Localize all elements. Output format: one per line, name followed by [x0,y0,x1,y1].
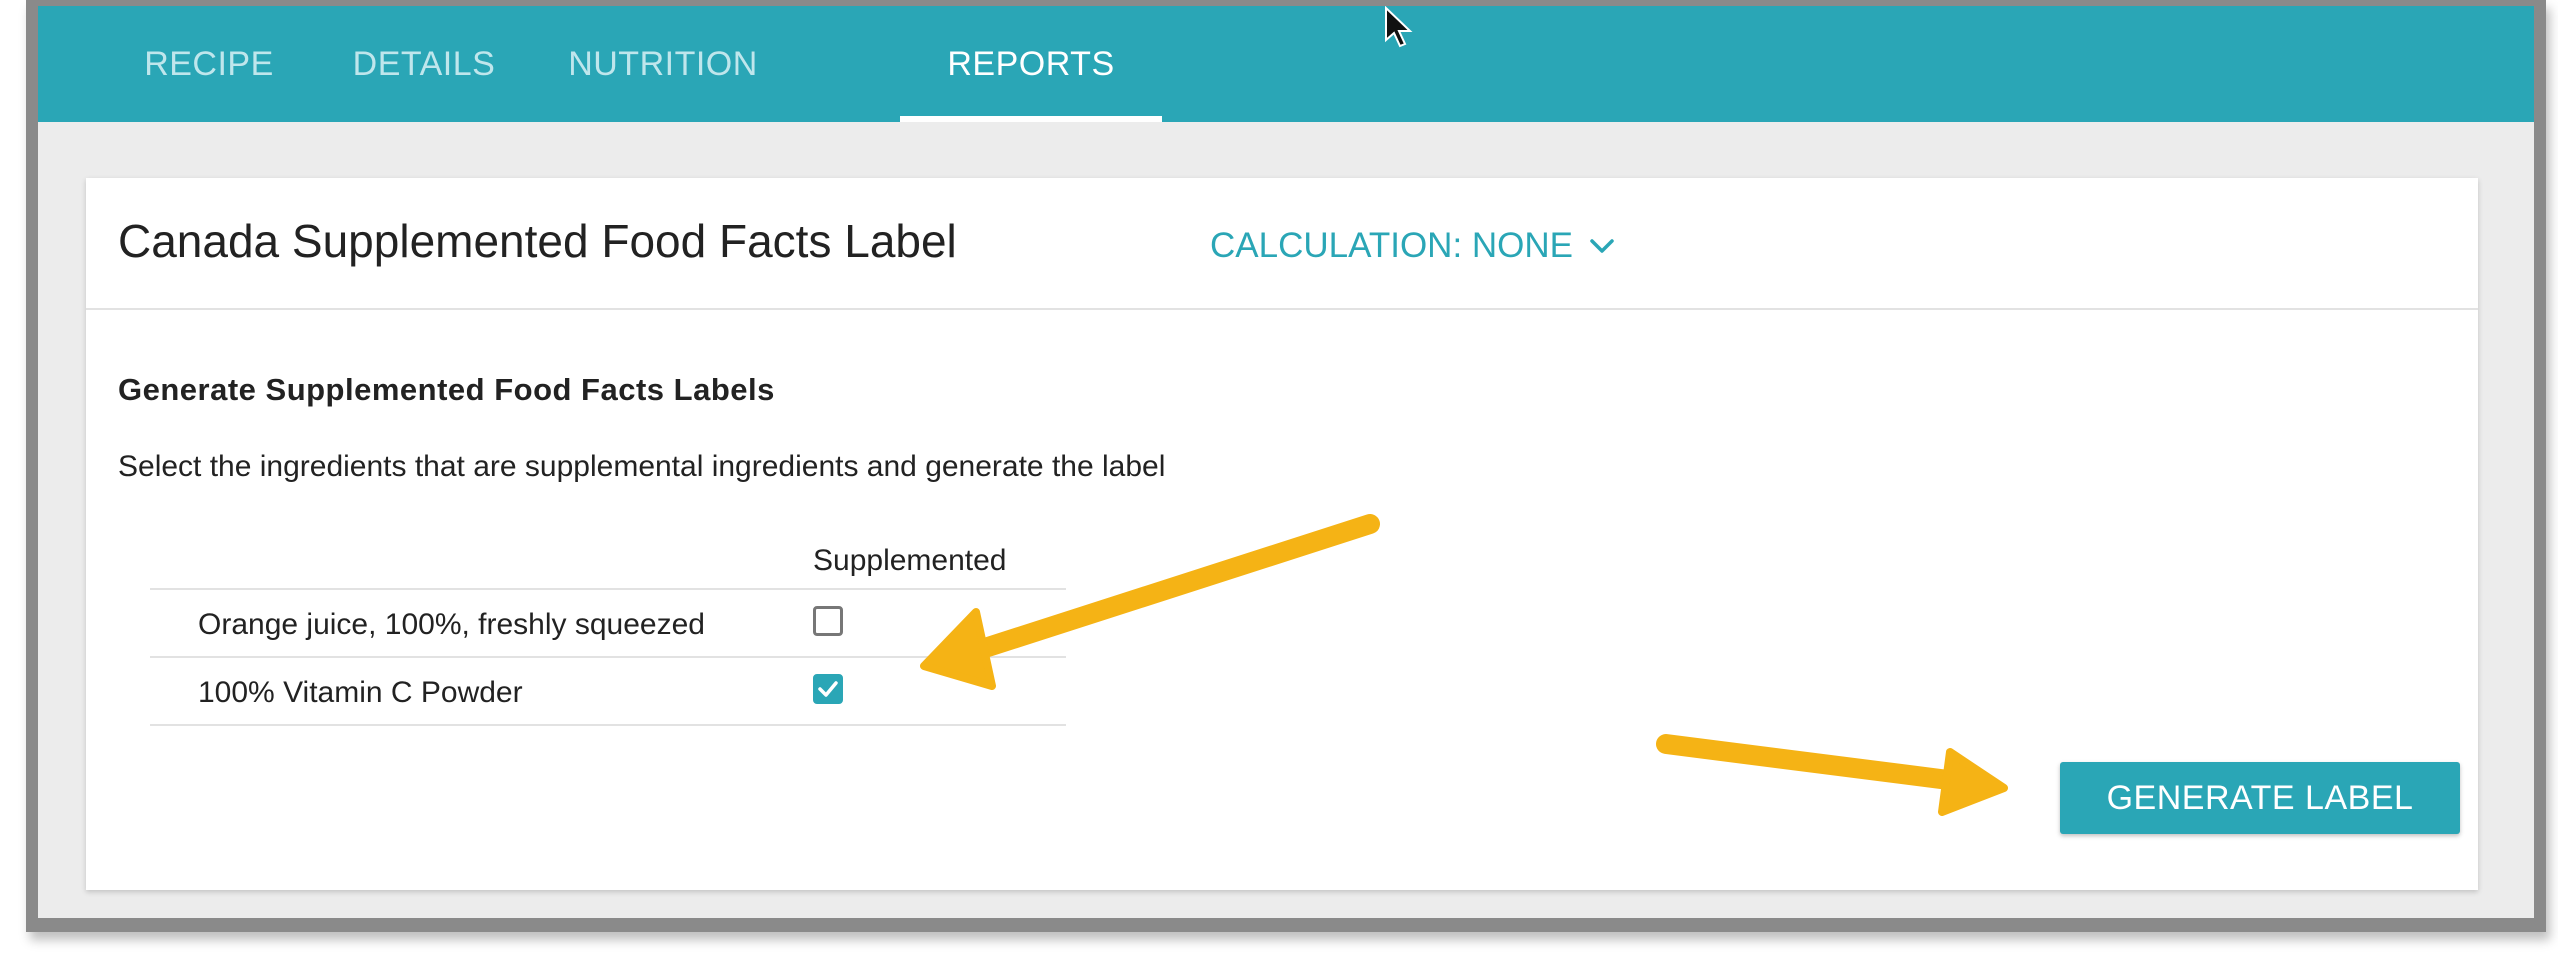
chevron-down-icon [1590,239,1614,253]
tab-details-label: DETAILS [352,44,496,83]
tab-reports-label: REPORTS [947,44,1115,83]
calculation-dropdown-label: CALCULATION: NONE [1210,226,1574,265]
report-card: Canada Supplemented Food Facts Label CAL… [86,178,2478,890]
tab-nutrition[interactable]: NUTRITION [536,6,790,122]
mouse-pointer-icon [1385,6,1413,48]
card-header: Canada Supplemented Food Facts Label CAL… [86,178,2478,310]
supplemented-checkbox[interactable] [813,674,843,704]
tab-recipe-label: RECIPE [144,44,274,83]
supplemented-column-header: Supplemented [813,544,1007,577]
section-description: Select the ingredients that are suppleme… [118,450,1166,483]
generate-label-button[interactable]: GENERATE LABEL [2060,762,2460,834]
checkmark-icon [818,681,838,697]
supplemented-checkbox[interactable] [813,606,843,636]
app-window: RECIPE DETAILS NUTRITION REPORTS Canada … [26,0,2546,932]
section-title: Generate Supplemented Food Facts Labels [118,372,775,407]
ingredient-name: 100% Vitamin C Powder [198,676,523,709]
tab-details[interactable]: DETAILS [324,6,524,122]
generate-label-button-text: GENERATE LABEL [2106,778,2414,817]
active-tab-indicator [900,116,1162,122]
ingredient-name: Orange juice, 100%, freshly squeezed [198,608,705,641]
ingredients-table: Supplemented Orange juice, 100%, freshly… [150,526,1066,726]
tab-reports[interactable]: REPORTS [900,6,1162,122]
top-nav-bar: RECIPE DETAILS NUTRITION REPORTS [38,6,2534,122]
page-title: Canada Supplemented Food Facts Label [118,215,957,267]
tab-nutrition-label: NUTRITION [568,44,758,83]
table-header: Supplemented [150,526,1066,590]
table-row: 100% Vitamin C Powder [150,658,1066,726]
calculation-dropdown[interactable]: CALCULATION: NONE [1210,226,1615,266]
table-row: Orange juice, 100%, freshly squeezed [150,590,1066,658]
tab-recipe[interactable]: RECIPE [104,6,314,122]
